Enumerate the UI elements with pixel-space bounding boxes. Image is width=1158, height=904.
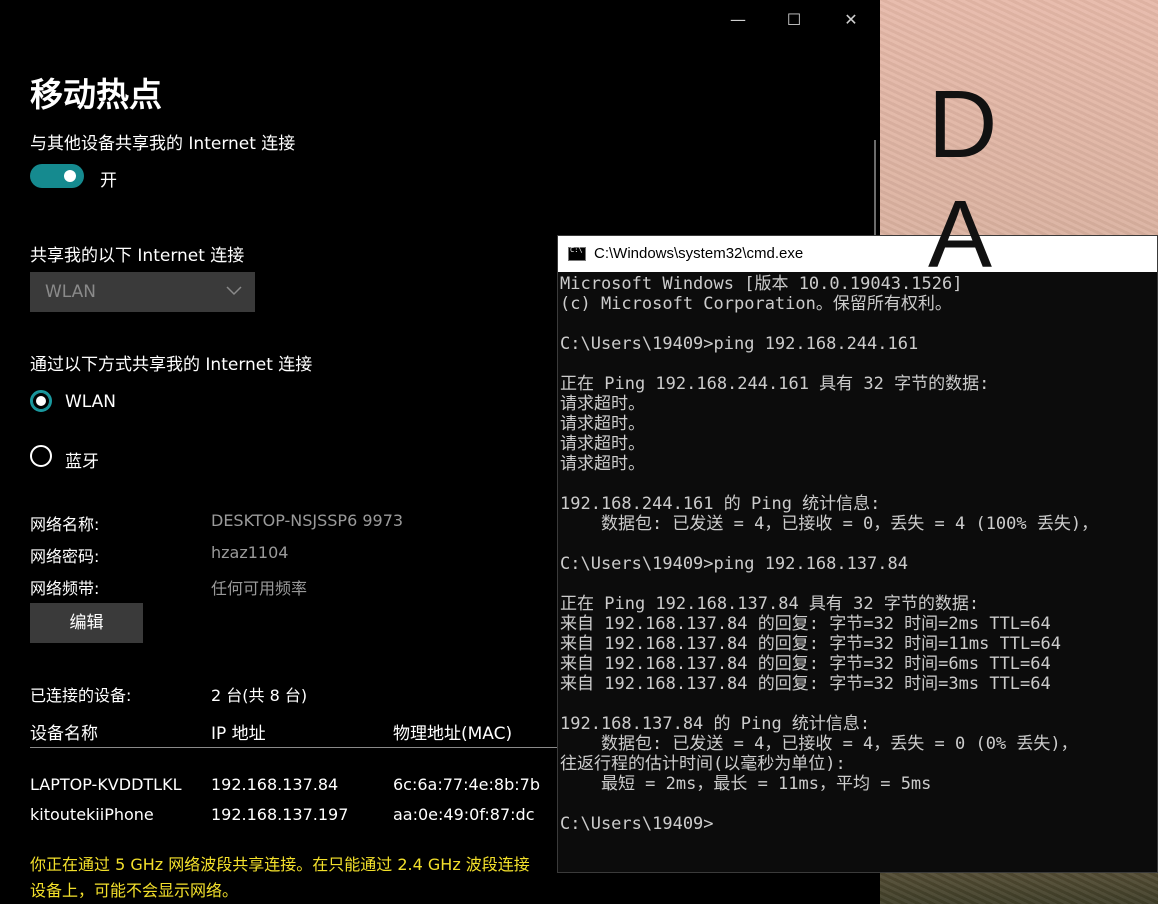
minimize-button[interactable]: — xyxy=(718,8,758,32)
console-line: 来自 192.168.137.84 的回复: 字节=32 时间=11ms TTL… xyxy=(560,634,1061,654)
console-line: 来自 192.168.137.84 的回复: 字节=32 时间=6ms TTL=… xyxy=(560,654,1051,674)
console-line: 来自 192.168.137.84 的回复: 字节=32 时间=3ms TTL=… xyxy=(560,674,1051,694)
console-line: 正在 Ping 192.168.244.161 具有 32 字节的数据: xyxy=(560,374,990,394)
device-ip-cell: 192.168.137.197 xyxy=(211,805,349,824)
console-line: 请求超时。 xyxy=(560,434,645,454)
connected-devices-key: 已连接的设备: xyxy=(30,686,132,705)
network-name-value: DESKTOP-NSJSSP6 9973 xyxy=(211,511,404,530)
hotspot-toggle[interactable] xyxy=(30,164,84,188)
console-line: 来自 192.168.137.84 的回复: 字节=32 时间=2ms TTL=… xyxy=(560,614,1051,634)
network-name-key: 网络名称: xyxy=(30,515,100,534)
radio-bluetooth-label[interactable]: 蓝牙 xyxy=(65,447,99,472)
console-line: C:\Users\19409>ping 192.168.244.161 xyxy=(560,334,919,354)
band-notice-line: 你正在通过 5 GHz 网络波段共享连接。在只能通过 2.4 GHz 波段连接 xyxy=(30,855,530,874)
toggle-knob xyxy=(64,170,76,182)
share-internet-label: 与其他设备共享我的 Internet 连接 xyxy=(30,134,296,154)
col-header-ip: IP 地址 xyxy=(211,724,266,744)
band-notice: 你正在通过 5 GHz 网络波段共享连接。在只能通过 2.4 GHz 波段连接 … xyxy=(30,852,590,904)
radio-bluetooth[interactable] xyxy=(30,445,52,467)
col-header-mac: 物理地址(MAC) xyxy=(393,724,513,744)
device-name-cell: kitoutekiiPhone xyxy=(30,805,154,824)
share-from-label: 共享我的以下 Internet 连接 xyxy=(30,246,245,266)
network-band-value: 任何可用频率 xyxy=(211,579,308,598)
device-ip-cell: 192.168.137.84 xyxy=(211,775,339,794)
col-header-device-name: 设备名称 xyxy=(30,724,98,744)
cmd-window[interactable]: C:\Windows\system32\cmd.exe Microsoft Wi… xyxy=(557,235,1158,873)
background-lettering: D A xyxy=(928,71,1068,288)
page-title: 移动热点 xyxy=(30,75,162,114)
cmd-window-title: C:\Windows\system32\cmd.exe xyxy=(594,245,804,262)
share-from-value: WLAN xyxy=(45,282,97,302)
toggle-state-label: 开 xyxy=(100,171,117,191)
share-over-label: 通过以下方式共享我的 Internet 连接 xyxy=(30,355,313,375)
console-line: C:\Users\19409> xyxy=(560,814,714,834)
console-line: 请求超时。 xyxy=(560,394,645,414)
console-line: 正在 Ping 192.168.137.84 具有 32 字节的数据: xyxy=(560,594,980,614)
close-button[interactable]: ✕ xyxy=(831,8,871,32)
radio-wlan[interactable] xyxy=(30,390,52,412)
edit-button[interactable]: 编辑 xyxy=(30,603,143,643)
console-line: 数据包: 已发送 = 4，已接收 = 0，丢失 = 4 (100% 丢失)， xyxy=(560,514,1099,534)
cmd-app-icon xyxy=(568,246,586,261)
console-line: 数据包: 已发送 = 4，已接收 = 4，丢失 = 0 (0% 丢失)， xyxy=(560,734,1078,754)
console-line: 192.168.137.84 的 Ping 统计信息: xyxy=(560,714,871,734)
device-mac-cell: aa:0e:49:0f:87:dc xyxy=(393,805,535,824)
network-band-key: 网络频带: xyxy=(30,579,100,598)
device-mac-cell: 6c:6a:77:4e:8b:7b xyxy=(393,775,540,794)
maximize-button[interactable]: ☐ xyxy=(774,8,814,32)
console-line: 请求超时。 xyxy=(560,454,645,474)
console-line: 请求超时。 xyxy=(560,414,645,434)
device-name-cell: LAPTOP-KVDDTLKL xyxy=(30,775,182,794)
radio-wlan-label[interactable]: WLAN xyxy=(65,392,116,412)
console-line: 最短 = 2ms，最长 = 11ms，平均 = 5ms xyxy=(560,774,932,794)
console-line: (c) Microsoft Corporation。保留所有权利。 xyxy=(560,294,952,314)
console-line: 192.168.244.161 的 Ping 统计信息: xyxy=(560,494,881,514)
console-line: 往返行程的估计时间(以毫秒为单位): xyxy=(560,754,846,774)
band-notice-line: 设备上，可能不会显示网络。 xyxy=(30,881,239,900)
table-header-divider xyxy=(30,747,558,748)
chevron-down-icon xyxy=(226,286,242,296)
console-line: C:\Users\19409>ping 192.168.137.84 xyxy=(560,554,908,574)
network-password-value: hzaz1104 xyxy=(211,543,289,562)
network-password-key: 网络密码: xyxy=(30,547,100,566)
share-from-dropdown[interactable]: WLAN xyxy=(30,272,255,312)
cmd-console-output[interactable]: Microsoft Windows [版本 10.0.19043.1526] (c… xyxy=(560,274,1157,834)
connected-devices-value: 2 台(共 8 台) xyxy=(211,686,308,705)
